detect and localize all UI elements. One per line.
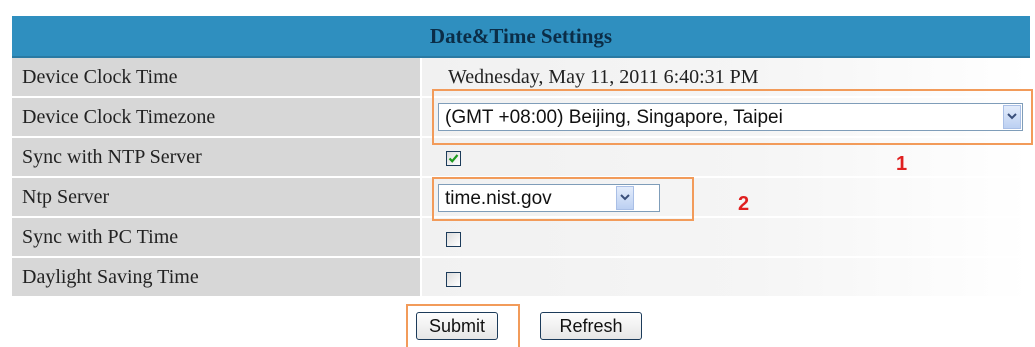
refresh-button[interactable]: Refresh bbox=[540, 312, 642, 340]
row-dst: Daylight Saving Time bbox=[12, 258, 1030, 298]
chevron-down-icon bbox=[616, 186, 634, 210]
ntp-server-selected-value: time.nist.gov bbox=[445, 188, 552, 209]
timezone-selected-value: (GMT +08:00) Beijing, Singapore, Taipei bbox=[445, 107, 783, 128]
sync-pc-checkbox[interactable] bbox=[446, 232, 461, 247]
timezone-select[interactable]: (GMT +08:00) Beijing, Singapore, Taipei bbox=[438, 103, 1023, 131]
clock-time-label: Device Clock Time bbox=[12, 58, 420, 96]
date-time-settings-page: Date&Time Settings Device Clock Time Wed… bbox=[0, 0, 1035, 347]
row-sync-ntp: Sync with NTP Server bbox=[12, 138, 1030, 178]
annotation-marker-1: 1 bbox=[896, 153, 908, 175]
row-sync-pc: Sync with PC Time bbox=[12, 218, 1030, 258]
annotation-marker-2: 2 bbox=[738, 193, 750, 215]
dst-value-cell bbox=[422, 258, 1030, 296]
sync-ntp-label: Sync with NTP Server bbox=[12, 138, 420, 176]
clock-time-value: Wednesday, May 11, 2011 6:40:31 PM bbox=[422, 58, 1030, 96]
timezone-label: Device Clock Timezone bbox=[12, 98, 420, 136]
chevron-down-icon bbox=[1003, 105, 1021, 129]
sync-ntp-value-cell bbox=[422, 138, 1030, 176]
dst-checkbox[interactable] bbox=[446, 272, 461, 287]
ntp-server-label: Ntp Server bbox=[12, 178, 420, 216]
ntp-server-select[interactable]: time.nist.gov bbox=[438, 184, 660, 212]
sync-pc-label: Sync with PC Time bbox=[12, 218, 420, 256]
panel-title: Date&Time Settings bbox=[12, 16, 1030, 58]
checkmark-icon bbox=[448, 154, 459, 163]
row-clock-time: Device Clock Time Wednesday, May 11, 201… bbox=[12, 58, 1030, 98]
submit-button[interactable]: Submit bbox=[416, 312, 498, 340]
dst-label: Daylight Saving Time bbox=[12, 258, 420, 296]
sync-ntp-checkbox[interactable] bbox=[446, 151, 461, 166]
sync-pc-value-cell bbox=[422, 218, 1030, 256]
